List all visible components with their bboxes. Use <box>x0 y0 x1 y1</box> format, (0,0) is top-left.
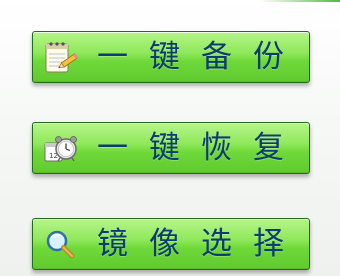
magnifier-icon <box>39 224 83 264</box>
image-select-button[interactable]: 镜像选择 <box>32 218 310 270</box>
one-click-restore-button[interactable]: 12 一键恢复 <box>32 122 310 174</box>
image-select-button-label: 镜像选择 <box>97 225 305 262</box>
window-edge-accent <box>260 0 340 2</box>
backup-button-label: 一键备份 <box>97 38 305 75</box>
alarm-clock-calendar-icon: 12 <box>39 128 83 168</box>
restore-button-label: 一键恢复 <box>97 129 305 166</box>
one-click-backup-button[interactable]: 一键备份 <box>32 31 310 83</box>
notepad-pencil-icon <box>39 37 83 77</box>
